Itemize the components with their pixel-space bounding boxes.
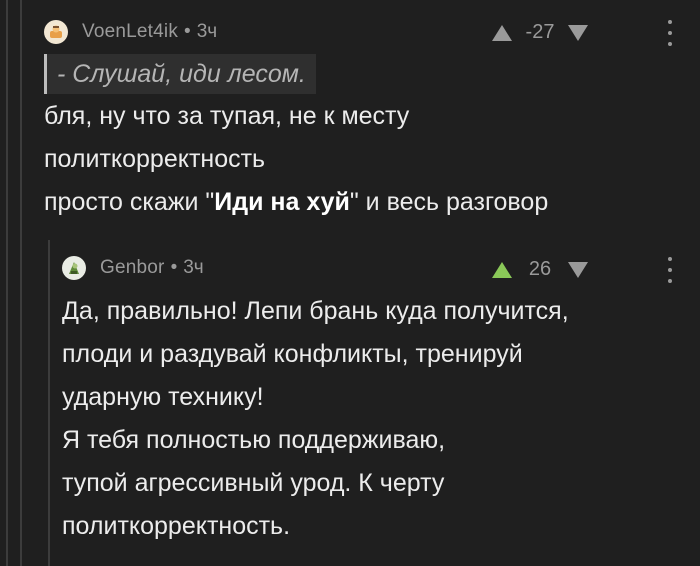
comment-time: 3ч	[196, 21, 218, 42]
comment-author[interactable]: VoenLet4ik	[82, 21, 178, 43]
thread-line-outer-2	[20, 0, 22, 566]
thread-line-outer	[6, 0, 8, 566]
comment-text-line: плоди и раздувай конфликты, тренируй	[62, 340, 523, 368]
upvote-arrow-icon[interactable]	[490, 23, 514, 43]
comment-rating: 26	[528, 258, 552, 280]
meta-separator: •	[170, 257, 178, 278]
comment-text-line: политкорректность	[44, 145, 266, 173]
downvote-arrow-icon[interactable]	[566, 260, 590, 280]
avatar-image	[50, 25, 62, 38]
more-vertical-icon[interactable]	[664, 20, 676, 46]
thread-line-reply	[48, 240, 50, 566]
more-vertical-icon[interactable]	[664, 257, 676, 283]
meta-separator: •	[184, 21, 191, 42]
comment-header: VoenLet4ik • 3ч	[44, 20, 217, 44]
comment-text-line: политкорректность.	[62, 512, 291, 540]
comment-header: Genbor • 3ч	[62, 256, 204, 280]
upvote-arrow-icon[interactable]	[490, 260, 514, 280]
vote-controls: 26	[490, 258, 590, 281]
text-segment: " и весь разговор	[349, 188, 549, 216]
text-segment: просто скажи "	[44, 188, 215, 216]
bold-phrase: Иди на хуй	[214, 188, 350, 216]
quote-block: - Слушай, иди лесом.	[44, 54, 316, 94]
comment-text-line: Я тебя полностью поддерживаю,	[62, 426, 446, 454]
comment-text-line: Да, правильно! Лепи брань куда получится…	[62, 297, 569, 325]
comment-text-line: бля, ну что за тупая, не к месту	[44, 102, 410, 130]
vote-controls: -27	[490, 21, 590, 44]
avatar-image	[69, 262, 79, 274]
comment-text-line: просто скажи "Иди на хуй" и весь разгово…	[44, 187, 548, 217]
comment-time: 3ч	[183, 257, 204, 278]
downvote-arrow-icon[interactable]	[566, 23, 590, 43]
comment-rating: -27	[525, 21, 555, 43]
comment-author[interactable]: Genbor	[100, 257, 165, 279]
comment-text-line: ударную технику!	[62, 383, 264, 411]
avatar-icon[interactable]	[44, 20, 68, 44]
comment-text-line: тупой агрессивный урод. К черту	[62, 469, 445, 497]
avatar-icon[interactable]	[62, 256, 86, 280]
